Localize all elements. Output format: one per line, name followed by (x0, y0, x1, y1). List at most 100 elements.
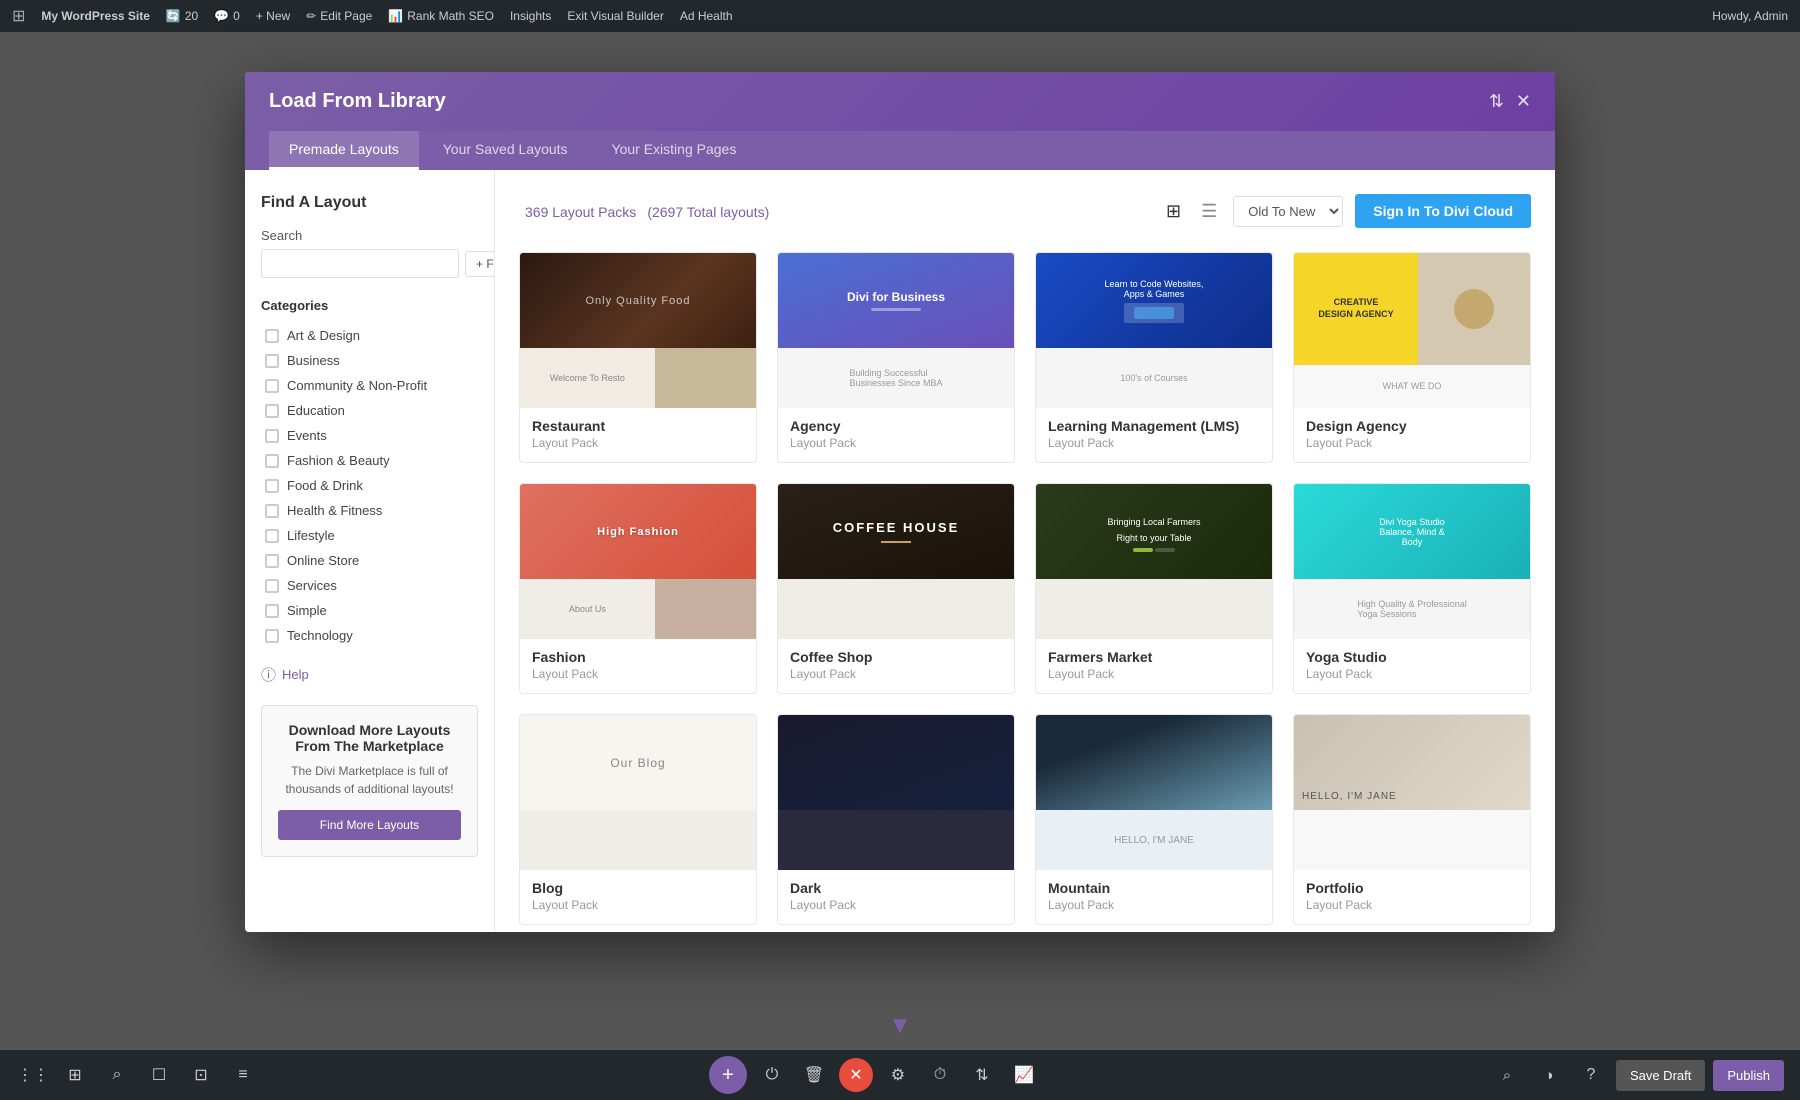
card-info: Fashion Layout Pack (520, 639, 756, 693)
category-checkbox[interactable] (265, 354, 279, 368)
sort-select[interactable]: Old To New New To Old A-Z Z-A (1233, 196, 1343, 227)
layout-card[interactable]: Our Blog Blog Layout Pack (519, 714, 757, 925)
card-image-preview: HELLO, I'M JANE (1036, 715, 1272, 870)
card-name: Learning Management (LMS) (1048, 418, 1260, 434)
exit-builder-button[interactable]: Exit Visual Builder (567, 9, 664, 23)
category-label: Education (287, 403, 345, 418)
layout-card[interactable]: COFFEE HOUSE Coffee Shop Layout Pack (777, 483, 1015, 694)
ad-health-button[interactable]: Ad Health (680, 9, 733, 23)
list-view-icon[interactable]: ☰ (1197, 197, 1221, 226)
notifications-updates[interactable]: 🔄 20 (166, 9, 198, 23)
sidebar-category-item[interactable]: Food & Drink (261, 473, 478, 498)
sidebar-category-item[interactable]: Business (261, 348, 478, 373)
category-label: Technology (287, 628, 353, 643)
modal-close-icon[interactable]: ✕ (1516, 91, 1531, 112)
category-checkbox[interactable] (265, 429, 279, 443)
tab-premade-layouts[interactable]: Premade Layouts (269, 131, 419, 170)
card-type: Layout Pack (1306, 898, 1518, 912)
new-button[interactable]: + New (256, 9, 290, 23)
sidebar-category-item[interactable]: Technology (261, 623, 478, 648)
sidebar-category-item[interactable]: Community & Non-Profit (261, 373, 478, 398)
edit-page-button[interactable]: ✏ Edit Page (306, 9, 372, 23)
category-checkbox[interactable] (265, 379, 279, 393)
category-checkbox[interactable] (265, 329, 279, 343)
insights-button[interactable]: Insights (510, 9, 551, 23)
search-input[interactable] (261, 249, 459, 278)
toolbar-close-icon[interactable]: ✕ (839, 1058, 873, 1092)
layout-card[interactable]: High Fashion About Us Fashion Layout Pac… (519, 483, 757, 694)
card-image-preview: Divi Yoga StudioBalance, Mind &Body High… (1294, 484, 1530, 639)
tab-existing-pages[interactable]: Your Existing Pages (592, 131, 757, 170)
card-info: Mountain Layout Pack (1036, 870, 1272, 924)
category-checkbox[interactable] (265, 479, 279, 493)
toolbar-add-button[interactable]: + (709, 1056, 747, 1094)
content-header: 369 Layout Packs (2697 Total layouts) ⊞ … (519, 194, 1531, 228)
toolbar-trash-icon[interactable]: 🗑 (797, 1058, 831, 1092)
sidebar-category-item[interactable]: Events (261, 423, 478, 448)
card-info: Design Agency Layout Pack (1294, 408, 1530, 462)
toolbar-zoom-icon[interactable]: ◑ (1532, 1058, 1566, 1092)
layout-card[interactable]: Divi for Business Building SuccessfulBus… (777, 252, 1015, 463)
card-name: Farmers Market (1048, 649, 1260, 665)
toolbar-analytics-icon[interactable]: 📈 (1007, 1058, 1041, 1092)
toolbar-search-icon[interactable]: ⌕ (100, 1058, 134, 1092)
layout-card[interactable]: Bringing Local FarmersRight to your Tabl… (1035, 483, 1273, 694)
layout-card[interactable]: Dark Layout Pack (777, 714, 1015, 925)
category-checkbox[interactable] (265, 529, 279, 543)
category-checkbox[interactable] (265, 504, 279, 518)
toolbar-settings-icon[interactable]: ⚙ (881, 1058, 915, 1092)
category-checkbox[interactable] (265, 579, 279, 593)
rank-math-button[interactable]: 📊 Rank Math SEO (388, 9, 494, 23)
toolbar-wireframe-icon[interactable]: ☐ (142, 1058, 176, 1092)
layout-card[interactable]: HELLO, I'M JANE Portfolio Layout Pack (1293, 714, 1531, 925)
howdy-label[interactable]: Howdy, Admin (1712, 9, 1788, 23)
layout-card[interactable]: Divi Yoga StudioBalance, Mind &Body High… (1293, 483, 1531, 694)
layout-card[interactable]: Learn to Code Websites,Apps & Games 100'… (1035, 252, 1273, 463)
category-checkbox[interactable] (265, 554, 279, 568)
toolbar-help-icon[interactable]: ? (1574, 1058, 1608, 1092)
category-label: Food & Drink (287, 478, 363, 493)
category-checkbox[interactable] (265, 604, 279, 618)
layout-card[interactable]: CREATIVEDESIGN AGENCY WHAT WE DO Design … (1293, 252, 1531, 463)
save-draft-button[interactable]: Save Draft (1616, 1060, 1705, 1091)
help-row[interactable]: ⓘ Help (261, 664, 478, 685)
toolbar-grid-icon[interactable]: ⋮⋮ (16, 1058, 50, 1092)
modal-settings-icon[interactable]: ⇅ (1489, 91, 1504, 112)
sidebar-category-item[interactable]: Services (261, 573, 478, 598)
sidebar-category-item[interactable]: Art & Design (261, 323, 478, 348)
chart-icon: 📊 (388, 9, 403, 23)
publish-button[interactable]: Publish (1713, 1060, 1784, 1091)
layout-card[interactable]: Only Quality Food Welcome To Resto Resta… (519, 252, 757, 463)
category-checkbox[interactable] (265, 629, 279, 643)
card-name: Restaurant (532, 418, 744, 434)
toolbar-history-icon[interactable]: ⏱ (923, 1058, 957, 1092)
toolbar-modules-icon[interactable]: ⊞ (58, 1058, 92, 1092)
find-more-layouts-button[interactable]: Find More Layouts (278, 810, 461, 840)
modal-title: Load From Library (269, 90, 446, 113)
filter-button[interactable]: + Filter (465, 251, 495, 277)
toolbar-sort-icon[interactable]: ⇅ (965, 1058, 999, 1092)
grid-view-icon[interactable]: ⊞ (1162, 197, 1185, 226)
layout-card[interactable]: HELLO, I'M JANE Mountain Layout Pack (1035, 714, 1273, 925)
category-checkbox[interactable] (265, 404, 279, 418)
sidebar-category-item[interactable]: Education (261, 398, 478, 423)
category-checkbox[interactable] (265, 454, 279, 468)
card-name: Blog (532, 880, 744, 896)
toolbar-list-icon[interactable]: ≡ (226, 1058, 260, 1092)
sidebar-category-item[interactable]: Health & Fitness (261, 498, 478, 523)
site-name[interactable]: My WordPress Site (41, 9, 149, 23)
categories-title: Categories (261, 298, 478, 313)
card-image-preview: Learn to Code Websites,Apps & Games 100'… (1036, 253, 1272, 408)
card-info: Yoga Studio Layout Pack (1294, 639, 1530, 693)
sidebar-category-item[interactable]: Simple (261, 598, 478, 623)
toolbar-responsive-icon[interactable]: ⊡ (184, 1058, 218, 1092)
sign-in-divi-cloud-button[interactable]: Sign In To Divi Cloud (1355, 194, 1531, 228)
toolbar-power-icon[interactable]: ⏻ (755, 1058, 789, 1092)
sidebar-category-item[interactable]: Online Store (261, 548, 478, 573)
notifications-comments[interactable]: 💬 0 (214, 9, 240, 23)
sidebar-category-item[interactable]: Fashion & Beauty (261, 448, 478, 473)
sidebar-category-item[interactable]: Lifestyle (261, 523, 478, 548)
tab-saved-layouts[interactable]: Your Saved Layouts (423, 131, 588, 170)
marketplace-title: Download More Layouts From The Marketpla… (278, 722, 461, 754)
toolbar-search-right-icon[interactable]: ⌕ (1490, 1058, 1524, 1092)
